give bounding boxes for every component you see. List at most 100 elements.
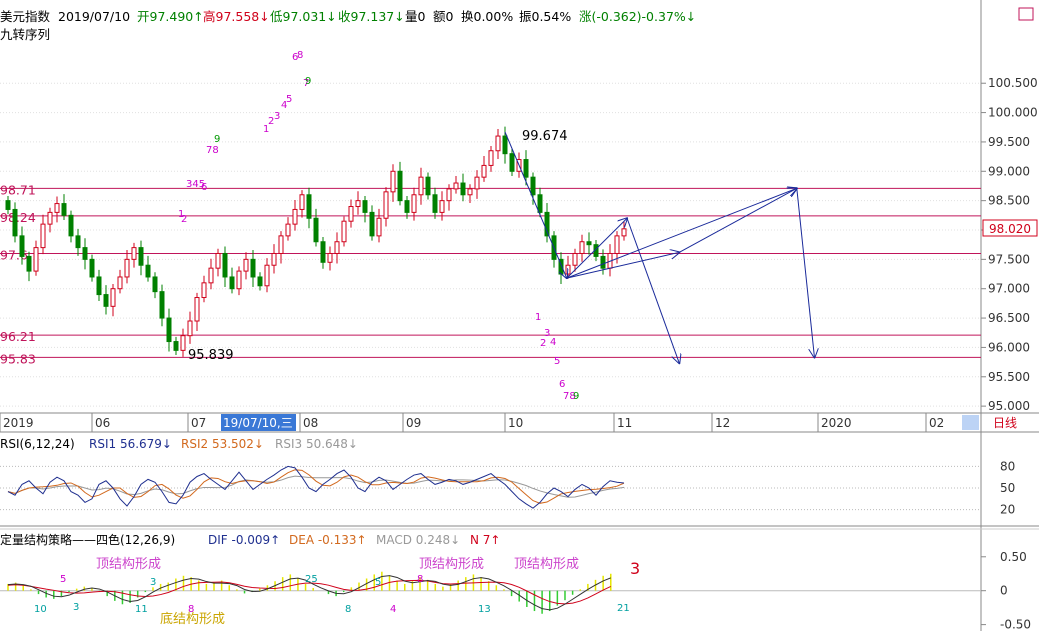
candle-body	[292, 208, 298, 225]
date-tick-label: 09	[406, 416, 421, 430]
candle-body	[152, 276, 158, 293]
candle-body	[278, 235, 284, 254]
candle-body	[124, 258, 130, 278]
header-volume: 量0	[405, 9, 426, 24]
candle-body	[12, 208, 18, 237]
header-open: 开97.490↑	[137, 9, 204, 24]
td-label: 5	[554, 356, 560, 367]
macd-count: 3	[150, 577, 156, 588]
macd-count: 3	[73, 602, 79, 613]
candle-body	[614, 235, 620, 254]
signal-top-2: 顶结构形成	[419, 557, 484, 572]
candle-body	[383, 191, 389, 219]
date-tick-label: 10	[508, 416, 523, 430]
candle-body	[404, 200, 410, 213]
candle-body	[474, 176, 480, 190]
candle-body	[68, 214, 74, 237]
candle-body	[187, 320, 193, 337]
td-label: 78	[206, 145, 219, 156]
dif-label: DIF -0.009↑	[208, 533, 280, 547]
level-label: 95.83	[0, 351, 36, 366]
candle-body	[523, 159, 529, 178]
price-tick-label: 100.000	[988, 106, 1038, 120]
candle-body	[5, 200, 11, 210]
macd-count: 10	[34, 604, 47, 615]
candle-body	[180, 335, 186, 351]
candle-body	[145, 264, 151, 278]
candle-body	[439, 200, 445, 213]
scroll-handle[interactable]	[962, 415, 979, 430]
candle-body	[138, 247, 144, 266]
candle-body	[600, 255, 606, 269]
candle-body	[460, 182, 466, 196]
macd-tick-label: -0.50	[1000, 618, 1031, 631]
candle-body	[306, 194, 312, 219]
price-tick-label: 96.500	[988, 311, 1030, 325]
candle-body	[453, 182, 459, 190]
macd-count: 5	[375, 577, 381, 588]
td-label: 2	[540, 338, 546, 349]
macd-count: 8	[417, 574, 423, 585]
candle-body	[467, 188, 473, 196]
header-change: 涨(-0.362)-0.37%↓	[579, 9, 696, 24]
td-label: 1	[535, 312, 541, 323]
header-turnover: 换0.00%	[461, 9, 513, 24]
macd-label: MACD 0.248↓	[376, 533, 460, 547]
period-label[interactable]: 日线	[993, 416, 1017, 430]
candle-body	[61, 203, 67, 216]
candle-body	[159, 291, 165, 319]
candle-body	[110, 288, 116, 307]
candle-body	[341, 220, 347, 243]
candle-body	[236, 270, 242, 290]
annotation-low: 95.839	[188, 348, 234, 363]
td-label: 2	[181, 214, 187, 225]
td-label: 5	[286, 94, 292, 105]
date-tick-label: 07	[191, 416, 206, 430]
header-date: 2019/07/10	[58, 9, 130, 24]
macd-count: 21	[617, 603, 630, 614]
candle-body	[320, 241, 326, 263]
candle-body	[488, 150, 494, 166]
candle-body	[481, 164, 487, 178]
date-tick-label: 11	[617, 416, 632, 430]
candle-body	[432, 194, 438, 213]
current-price-label: 98.020	[989, 222, 1031, 236]
candle-body	[411, 194, 417, 213]
big-count: 3	[630, 559, 640, 578]
candle-body	[131, 247, 137, 260]
date-tick-label: 08	[303, 416, 318, 430]
macd-count: 25	[305, 574, 318, 585]
candle-body	[502, 135, 508, 155]
candle-body	[201, 282, 207, 299]
rsi-tick-label: 80	[1000, 459, 1015, 473]
cursor-date-label: 19/07/10,三	[223, 416, 293, 430]
rsi-tick-label: 20	[1000, 503, 1015, 517]
macd-tick-label: 0.50	[1000, 550, 1027, 564]
rsi3-label: RSI3 50.648↓	[275, 437, 358, 451]
td-label: 9	[214, 134, 220, 145]
stock-chart[interactable]: 美元指数 2019/07/10 开97.490↑ 高97.558↓ 低97.03…	[0, 0, 1039, 631]
candle-body	[572, 252, 578, 266]
candle-body	[40, 223, 46, 249]
date-tick-label: 2020	[821, 416, 852, 430]
candle-body	[173, 341, 179, 351]
dea-label: DEA -0.133↑	[289, 533, 367, 547]
macd-count: 5	[60, 574, 66, 585]
td-label: 6	[201, 182, 207, 193]
date-tick-label: 2019	[3, 416, 34, 430]
candle-body	[425, 176, 431, 196]
price-tick-label: 99.500	[988, 135, 1030, 149]
candle-body	[509, 153, 515, 172]
candle-body	[586, 241, 592, 246]
header-amplitude: 振0.54%	[519, 9, 571, 24]
candle-body	[103, 294, 109, 307]
candle-body	[621, 228, 627, 237]
candle-body	[390, 170, 396, 193]
price-tick-label: 99.000	[988, 164, 1030, 178]
candle-body	[243, 258, 249, 272]
price-tick-label: 97.500	[988, 252, 1030, 266]
header-amount: 额0	[433, 9, 454, 24]
signal-bottom-1: 底结构形成	[160, 611, 225, 627]
candle-body	[264, 264, 270, 287]
macd-count: 8	[345, 604, 351, 615]
